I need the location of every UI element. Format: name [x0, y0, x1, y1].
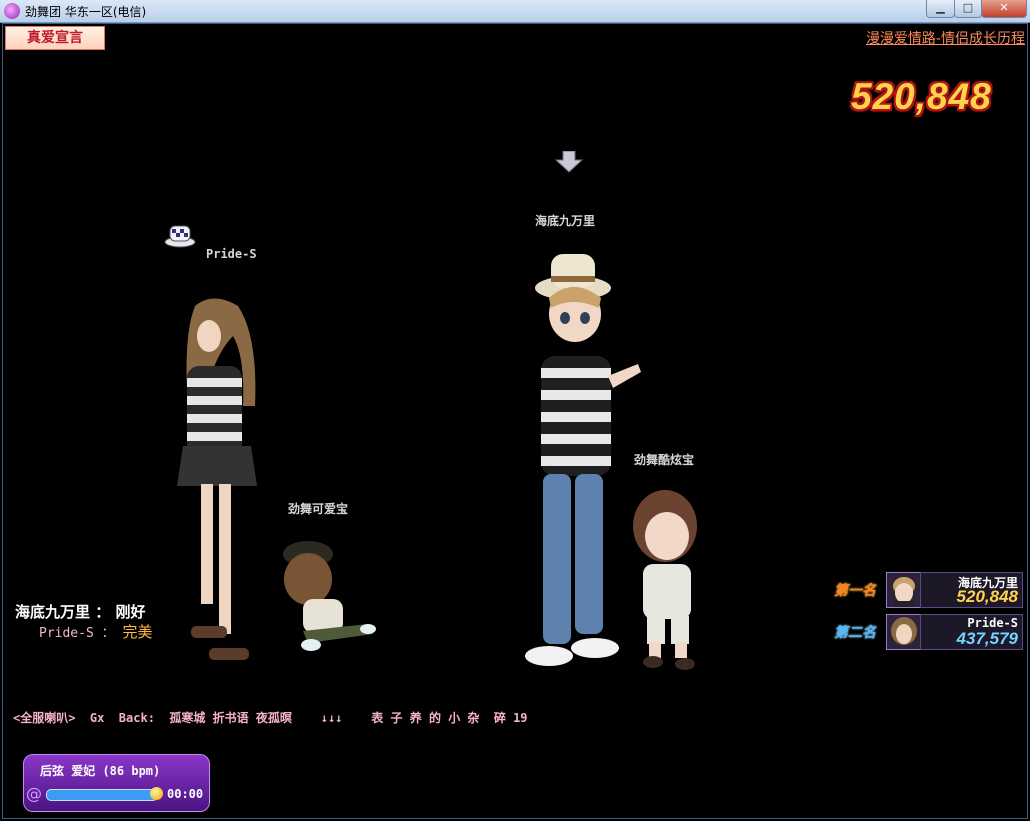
ranking-row-2: 第二名 Pride-S 437,579	[834, 614, 1023, 650]
pet-name-keai: 劲舞可爱宝	[288, 502, 349, 516]
progress-knob	[150, 787, 163, 800]
avatar	[886, 572, 922, 608]
window-title: 劲舞团 华东一区(电信)	[25, 5, 147, 19]
judgement-panel: 海底九万里 ： 刚好 Pride-S ： 完美	[15, 602, 152, 644]
minimize-button[interactable]: ▁	[926, 0, 955, 18]
song-progress-bar	[46, 789, 158, 801]
judgement-row-1: 海底九万里 ： 刚好	[15, 602, 152, 622]
rank-score-1: 520,848	[956, 587, 1018, 606]
love-declaration-button[interactable]: 真爱宣言	[5, 26, 105, 50]
swirl-icon: @	[26, 784, 42, 803]
hat-icon	[164, 225, 196, 248]
player-name-pride-s: Pride-S	[206, 247, 257, 261]
ranking-row-1: 第一名 海底九万里 520,848	[834, 572, 1023, 608]
maximize-button[interactable]: □	[954, 0, 982, 18]
pet-kuxuan	[633, 490, 697, 670]
close-button[interactable]: ✕	[981, 0, 1027, 18]
judgement-sep-2: ：	[101, 626, 115, 641]
song-title: 后弦 爱妃 (86 bpm)	[40, 764, 161, 778]
avatar	[886, 614, 922, 650]
player-name-haidi: 海底九万里	[535, 214, 596, 228]
music-panel: 后弦 爱妃 (86 bpm) @ 00:00	[23, 754, 210, 812]
judgement-row-2: Pride-S ： 完美	[15, 622, 152, 644]
judgement-value-1: 刚好	[115, 603, 146, 621]
pet-keai	[283, 541, 376, 651]
rank-score-2: 437,579	[956, 629, 1018, 648]
down-arrow-icon	[555, 151, 583, 173]
game-viewport[interactable]: 真爱宣言 漫漫爱情路-情侣成长历程 520,848 Pride-S 海底九万里 …	[2, 23, 1028, 819]
judgement-value-2: 完美	[122, 623, 153, 641]
judgement-sep-1: ：	[95, 603, 111, 621]
rank-name-2: Pride-S	[967, 616, 1018, 630]
chat-broadcast: <全服喇叭> Gx Back: 孤寒城 折书语 夜孤暝 ↓↓↓ 表 子 养 的 …	[13, 711, 528, 725]
rank-badge-1: 第一名	[834, 583, 876, 599]
window-titlebar: 劲舞团 华东一区(电信) ▁ □ ✕	[0, 0, 1030, 23]
rank-box-1: 海底九万里 520,848	[920, 572, 1023, 608]
marquee-link[interactable]: 漫漫爱情路-情侣成长历程	[866, 28, 1025, 48]
rank-box-2: Pride-S 437,579	[920, 614, 1023, 650]
judgement-player-2: Pride-S	[39, 626, 94, 641]
rank-badge-2: 第二名	[834, 625, 876, 641]
song-time: 00:00	[167, 787, 204, 801]
female-avatar	[177, 298, 257, 660]
total-score: 520,848	[851, 76, 992, 117]
app-icon	[4, 3, 20, 19]
judgement-player-1: 海底九万里	[15, 603, 91, 621]
